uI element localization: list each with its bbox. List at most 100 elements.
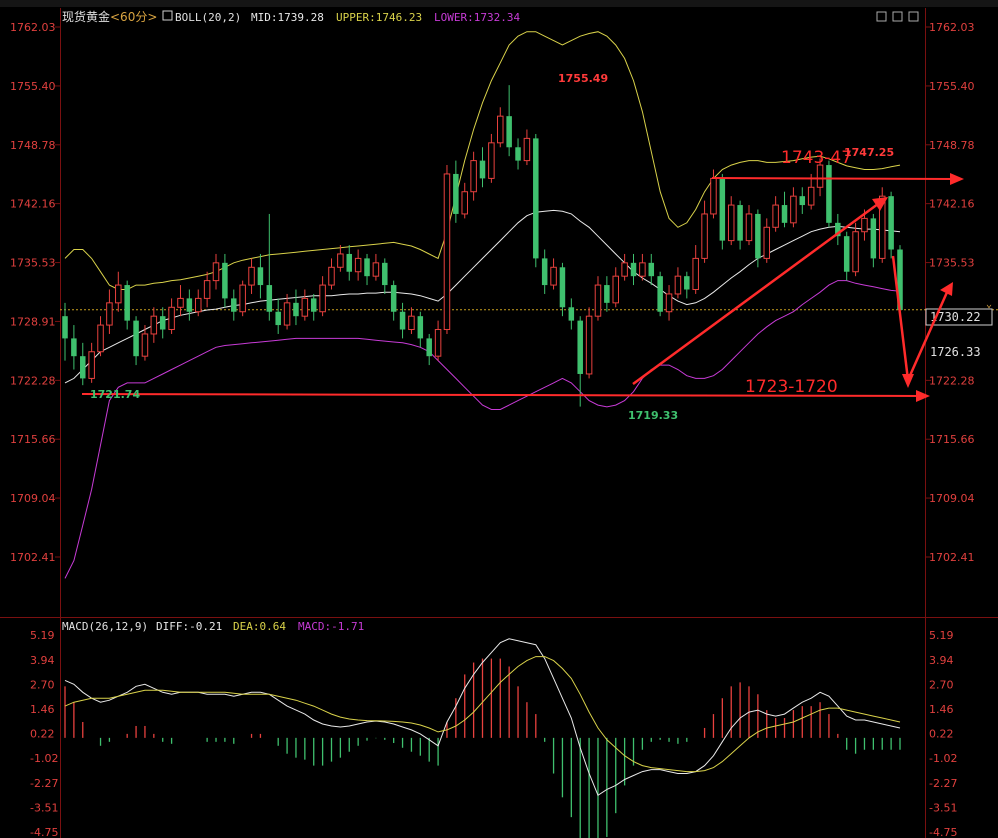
candle-body-down (568, 307, 575, 321)
macd-tick-label-left: 2.70 (30, 678, 55, 691)
price-tick-label-right: 1735.53 (929, 257, 975, 270)
candle-body-down (826, 165, 832, 223)
candle-body-up (772, 204, 779, 228)
high-label: 1755.49 (558, 72, 608, 85)
resistance-line (711, 177, 956, 180)
candle-body-up (301, 297, 309, 317)
macd-tick-label-right: -3.51 (929, 801, 957, 814)
price-tick-label-left: 1762.03 (10, 21, 56, 34)
candle-body-down (293, 302, 299, 317)
candle-body-down (124, 285, 130, 321)
price-tick-label-right: 1715.66 (929, 433, 975, 446)
candle-body-up (816, 164, 824, 188)
macd-tick-label-right: 0.22 (929, 728, 954, 741)
candle-body-up (115, 284, 122, 304)
macd-tick-label-right: 1.46 (929, 703, 954, 716)
macd-tick-label-right: -1.02 (929, 752, 957, 765)
price-tick-label-left: 1702.41 (10, 551, 56, 564)
candle-body-down (737, 205, 743, 241)
candle-body-down (382, 262, 388, 286)
price-tag-arrow-icon: ⌄ (986, 299, 992, 310)
candle-body-down (577, 320, 583, 374)
candle-body-down (222, 262, 228, 299)
macd-axis-right: 5.19 3.94 2.70 1.46 0.22 -1.02 -2.27 -3.51 -4.75 (929, 629, 957, 838)
candle-body-down (648, 262, 655, 277)
period-label[interactable]: <60分> (110, 10, 157, 24)
price-tick-label-left: 1728.91 (10, 315, 56, 328)
candle-body-up (408, 315, 415, 331)
candle-body-up (97, 324, 104, 353)
candle-body-up (203, 280, 211, 299)
candle-body-down (755, 213, 761, 259)
macd-tick-label-left: 3.94 (30, 654, 55, 667)
candle-body-up (239, 284, 246, 313)
candle-body-up (461, 191, 468, 215)
price-tick-label-left: 1748.78 (10, 139, 56, 152)
candle-body-up (594, 284, 602, 317)
candle-body-down (843, 236, 850, 272)
resistance-label: 1743-47 (781, 148, 852, 168)
macd-legend: MACD(26,12,9) DIFF:-0.21 DEA:0.64 MACD:-… (62, 620, 364, 633)
boll-legend: 现货黄金 <60分> BOLL(20,2) MID:1739.28 UPPER:… (62, 9, 520, 24)
candle-body-up (852, 231, 859, 273)
candle-body-down (781, 205, 788, 223)
marker-price-value: 1726.33 (930, 345, 981, 359)
candle-body-up (248, 266, 255, 286)
candle-body-up (701, 213, 708, 259)
macd-diff-value: DIFF:-0.21 (156, 620, 222, 633)
kline-chart: 现货黄金 <60分> BOLL(20,2) MID:1739.28 UPPER:… (0, 0, 998, 838)
candle-body-up (470, 160, 477, 193)
macd-tick-label-left: 5.19 (30, 629, 55, 642)
macd-label: MACD(26,12,9) (62, 620, 148, 633)
candle-body-up (443, 173, 451, 331)
candle-body-up (354, 257, 362, 273)
candle-body-down (515, 147, 521, 161)
candle-body-up (177, 297, 184, 308)
macd-tick-label-right: 3.94 (929, 654, 954, 667)
candle-body-down (506, 116, 512, 148)
candle-body-up (710, 177, 717, 215)
candle-body-up (674, 275, 682, 295)
candle-body-down (657, 276, 663, 312)
candle-body-down (888, 196, 894, 250)
candle-body-down (604, 285, 610, 303)
candle-body-down (426, 338, 432, 357)
candle-body-up (790, 195, 797, 224)
right-high-label: 1747.25 (844, 146, 894, 159)
price-tick-label-right: 1755.40 (929, 80, 975, 93)
candle-body-up (106, 302, 113, 326)
macd-tick-label-left: -2.27 (30, 777, 58, 790)
candle-body-up (621, 262, 628, 277)
candle-body-up (585, 315, 593, 375)
candle-body-up (497, 115, 504, 144)
candle-body-down (541, 258, 548, 286)
candle-body-up (488, 142, 495, 179)
price-tick-label-right: 1762.03 (929, 21, 975, 34)
candle-body-down (71, 338, 77, 357)
low-label: 1719.33 (628, 409, 678, 422)
candle-body-up (807, 186, 815, 206)
candle-body-down (364, 258, 370, 277)
candle-body-up (692, 257, 699, 291)
candle-body-up (319, 284, 326, 313)
price-tick-label-right: 1702.41 (929, 551, 975, 564)
support-label: 1723-1720 (745, 377, 838, 397)
candle-body-up (745, 213, 753, 242)
toolbar-strip (0, 0, 998, 7)
candle-body-down (559, 267, 566, 308)
candle-body-down (479, 160, 486, 179)
price-tick-label-left: 1735.53 (10, 257, 56, 270)
candle-body-down (275, 311, 281, 326)
price-tick-label-right: 1709.04 (929, 492, 975, 505)
price-tick-label-left: 1755.40 (10, 80, 56, 93)
candle-body-up (212, 262, 220, 282)
candle-body-up (283, 302, 291, 326)
macd-tick-label-left: -1.02 (30, 752, 58, 765)
candle-body-down (417, 316, 424, 339)
left-low-label: 1721.74 (90, 388, 140, 401)
candle-body-up (150, 315, 158, 335)
candle-body-down (62, 316, 68, 339)
macd-tick-label-right: 5.19 (929, 629, 954, 642)
candle-body-down (346, 253, 353, 272)
candle-body-up (88, 351, 95, 379)
